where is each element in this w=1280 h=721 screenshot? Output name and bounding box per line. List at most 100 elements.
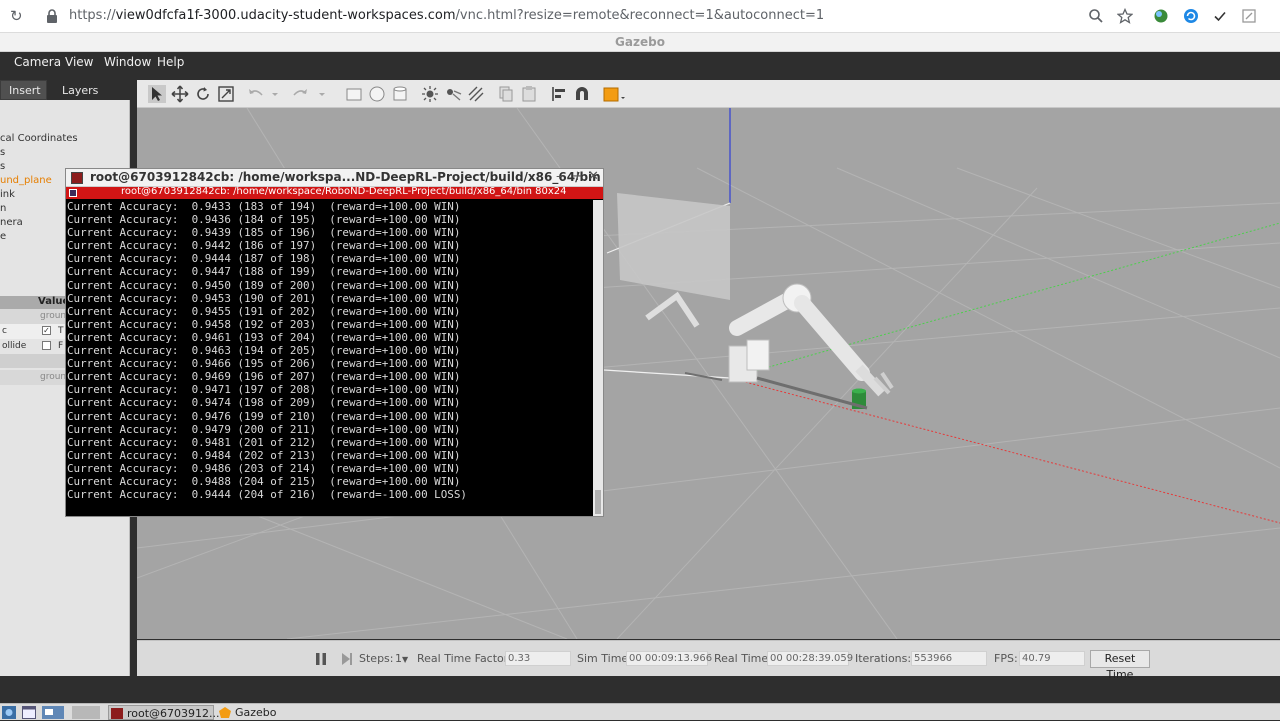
terminal-line: Current Accuracy: 0.9453 (190 of 201) (r… — [67, 291, 461, 305]
menu-bar: Camera View Window Help — [0, 52, 1280, 74]
workspace-switcher-icon[interactable] — [42, 706, 64, 719]
taskbar-gazebo[interactable]: Gazebo — [217, 705, 297, 720]
snap-magnet-icon[interactable] — [573, 85, 591, 103]
rotate-icon[interactable] — [194, 85, 212, 103]
terminal-window[interactable]: root@6703912842cb: /home/workspa...ND-De… — [65, 168, 604, 517]
terminal-app-icon — [71, 172, 83, 184]
window-title: Gazebo — [0, 33, 1280, 52]
terminal-line: Current Accuracy: 0.9436 (184 of 195) (r… — [67, 213, 461, 227]
property-checkbox[interactable] — [42, 341, 51, 350]
terminal-line: Current Accuracy: 0.9486 (203 of 214) (r… — [67, 461, 461, 475]
terminal-line: Current Accuracy: 0.9466 (195 of 206) (r… — [67, 357, 461, 371]
tab-insert[interactable]: Insert — [0, 80, 47, 100]
screenshot-camera-icon[interactable] — [603, 85, 627, 103]
cylinder-shape-icon[interactable] — [391, 85, 409, 103]
show-desktop-icon[interactable] — [22, 706, 36, 719]
taskbar-terminal[interactable]: root@6703912... — [108, 705, 220, 720]
toolbar — [137, 80, 1280, 108]
steps-label: Steps: — [359, 652, 394, 665]
close-icon[interactable]: ✕ — [588, 169, 599, 184]
box-shape-icon[interactable] — [345, 85, 363, 103]
directional-light-icon[interactable] — [467, 85, 485, 103]
step-icon[interactable] — [341, 652, 353, 666]
terminal-line: Current Accuracy: 0.9471 (197 of 208) (r… — [67, 383, 461, 397]
terminal-line: Current Accuracy: 0.9455 (191 of 202) (r… — [67, 304, 461, 318]
extension-box-icon[interactable] — [1241, 8, 1257, 24]
menu-window[interactable]: Window — [104, 55, 151, 69]
terminal-line: Current Accuracy: 0.9439 (185 of 196) (r… — [67, 226, 461, 240]
real-time-value: 00 00:28:39.059 — [767, 651, 853, 666]
tree-item-ground-plane[interactable]: und_plane — [0, 175, 52, 186]
tree-item-camera[interactable]: nera — [0, 217, 23, 228]
redo-dropdown-icon[interactable] — [318, 85, 326, 103]
copy-icon[interactable] — [497, 85, 515, 103]
select-arrow-icon[interactable] — [148, 85, 166, 103]
sim-time-value: 00 00:09:13.966 — [626, 651, 712, 666]
undo-icon[interactable] — [247, 85, 265, 103]
terminal-scroll-thumb[interactable] — [595, 490, 601, 514]
translate-icon[interactable] — [171, 85, 189, 103]
status-bar: Steps: 1 ▼ Real Time Factor: 0.33 Sim Ti… — [137, 640, 1280, 681]
terminal-line: Current Accuracy: 0.9488 (204 of 215) (r… — [67, 474, 461, 488]
steps-dropdown-icon[interactable]: ▼ — [402, 655, 408, 664]
terminal-output[interactable]: Current Accuracy: 0.9433 (183 of 194) (r… — [67, 200, 591, 516]
tree-item-e[interactable]: e — [0, 231, 6, 242]
tree-item-n[interactable]: n — [0, 203, 6, 214]
zoom-icon[interactable] — [1088, 8, 1104, 24]
menu-help[interactable]: Help — [157, 55, 184, 69]
extension-refresh-icon[interactable] — [1183, 8, 1199, 24]
reset-time-button[interactable]: Reset Time — [1090, 650, 1150, 681]
tree-item-spherical-coordinates[interactable]: cal Coordinates — [0, 133, 78, 144]
terminal-line: Current Accuracy: 0.9476 (199 of 210) (r… — [67, 409, 461, 423]
terminal-tab-icon — [69, 189, 77, 197]
reload-icon[interactable]: ↻ — [10, 8, 26, 24]
terminal-line: Current Accuracy: 0.9444 (187 of 198) (r… — [67, 252, 461, 266]
url-input[interactable]: https://view0dfcfa1f-3000.udacity-studen… — [69, 8, 824, 23]
terminal-line: Current Accuracy: 0.9458 (192 of 203) (r… — [67, 317, 461, 331]
tree-item-link[interactable]: ink — [0, 189, 15, 200]
undo-dropdown-icon[interactable] — [271, 85, 279, 103]
extension-globe-icon[interactable] — [1153, 8, 1169, 24]
menu-camera[interactable]: Camera — [14, 55, 61, 69]
point-light-icon[interactable] — [421, 85, 439, 103]
browser-address-bar: ↻ https://view0dfcfa1f-3000.udacity-stud… — [0, 0, 1280, 33]
property-checkbox-checked[interactable]: ✓ — [42, 326, 51, 335]
minimize-icon[interactable]: – — [556, 169, 563, 184]
gazebo-task-icon — [219, 707, 231, 718]
taskbar: root@6703912... Gazebo — [0, 703, 1280, 720]
start-menu-icon[interactable] — [2, 706, 16, 719]
paste-icon[interactable] — [520, 85, 538, 103]
terminal-line: Current Accuracy: 0.9450 (189 of 200) (r… — [67, 278, 461, 292]
tree-item-models[interactable]: s — [0, 161, 5, 172]
redo-icon[interactable] — [291, 85, 309, 103]
fps-value: 40.79 — [1019, 651, 1085, 666]
tree-item-physics[interactable]: s — [0, 147, 5, 158]
maximize-icon[interactable]: + — [572, 169, 583, 184]
scale-icon[interactable] — [217, 85, 235, 103]
sphere-shape-icon[interactable] — [368, 85, 386, 103]
terminal-line: Current Accuracy: 0.9481 (201 of 212) (r… — [67, 435, 461, 449]
real-time-factor-value: 0.33 — [505, 651, 571, 666]
terminal-line: Current Accuracy: 0.9461 (193 of 204) (r… — [67, 330, 461, 344]
workspace-2-icon[interactable] — [72, 706, 100, 719]
sim-time-label: Sim Time: — [577, 652, 632, 665]
terminal-titlebar[interactable]: root@6703912842cb: /home/workspa...ND-De… — [66, 169, 603, 187]
terminal-scrollbar[interactable] — [593, 200, 603, 516]
tab-layers[interactable]: Layers — [53, 80, 104, 100]
terminal-line: Current Accuracy: 0.9463 (194 of 205) (r… — [67, 344, 461, 358]
pause-icon[interactable] — [315, 652, 327, 666]
terminal-title: root@6703912842cb: /home/workspa...ND-De… — [90, 170, 601, 184]
iterations-label: Iterations: — [855, 652, 912, 665]
bookmark-star-icon[interactable] — [1117, 8, 1133, 24]
spot-light-icon[interactable] — [444, 85, 462, 103]
menu-view[interactable]: View — [65, 55, 93, 69]
align-icon[interactable] — [550, 85, 568, 103]
checkmark-icon[interactable] — [1212, 8, 1228, 24]
terminal-task-icon — [111, 708, 123, 719]
terminal-line: Current Accuracy: 0.9484 (202 of 213) (r… — [67, 448, 461, 462]
lock-icon — [47, 9, 57, 23]
fps-label: FPS: — [994, 652, 1018, 665]
steps-value[interactable]: 1 — [395, 652, 402, 665]
terminal-line: Current Accuracy: 0.9447 (188 of 199) (r… — [67, 265, 461, 279]
terminal-line: Current Accuracy: 0.9469 (196 of 207) (r… — [67, 370, 461, 384]
